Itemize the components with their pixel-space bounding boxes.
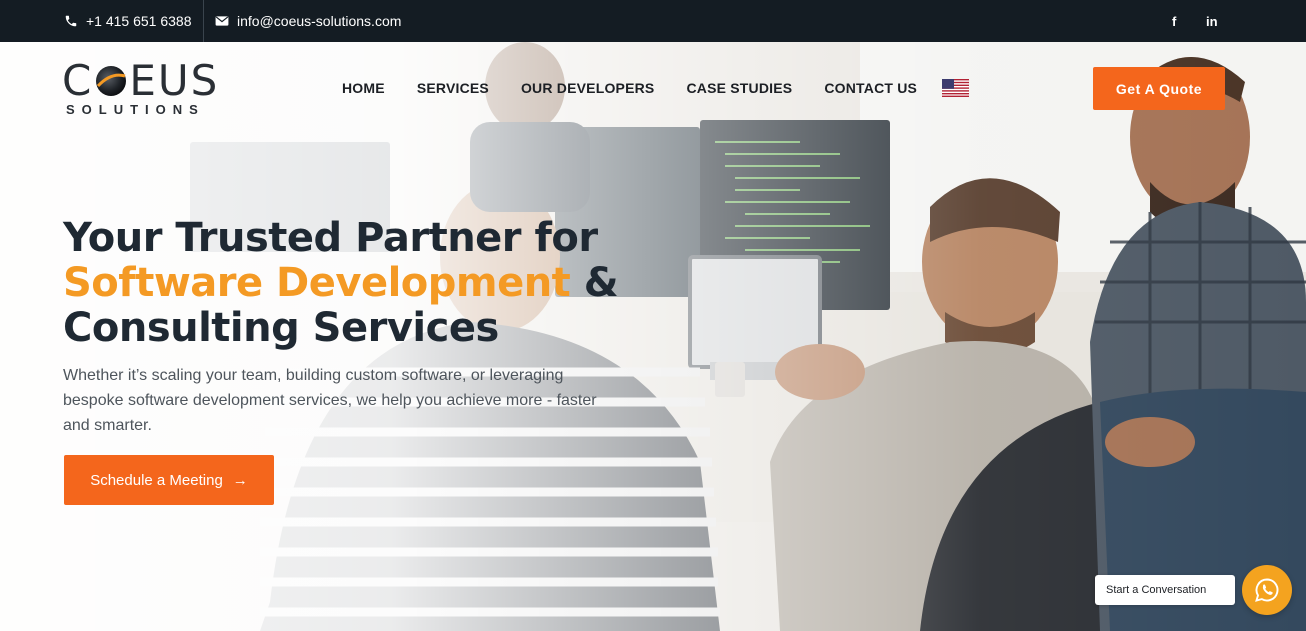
divider bbox=[203, 0, 204, 42]
main-nav: HOME SERVICES OUR DEVELOPERS CASE STUDIE… bbox=[342, 78, 949, 98]
whatsapp-icon[interactable] bbox=[1242, 565, 1292, 615]
top-bar: +1 415 651 6388 info@coeus-solutions.com… bbox=[0, 0, 1306, 42]
nav-services[interactable]: SERVICES bbox=[417, 80, 489, 96]
nav-home[interactable]: HOME bbox=[342, 80, 385, 96]
linkedin-label: in bbox=[1206, 13, 1218, 29]
arrow-right-icon: → bbox=[232, 471, 248, 489]
phone-number: +1 415 651 6388 bbox=[86, 13, 192, 29]
logo-letter-c: C bbox=[62, 56, 94, 105]
get-a-quote-button[interactable]: Get A Quote bbox=[1093, 67, 1225, 110]
facebook-label: f bbox=[1172, 13, 1177, 29]
hero-headline: Your Trusted Partner for Software Develo… bbox=[63, 216, 703, 351]
headline-line-1: Your Trusted Partner for bbox=[63, 215, 598, 261]
email-link[interactable]: info@coeus-solutions.com bbox=[215, 0, 401, 42]
company-logo[interactable]: C EUS SOLUTIONS bbox=[62, 60, 238, 120]
whatsapp-glyph bbox=[1255, 578, 1279, 602]
phone-icon bbox=[64, 14, 78, 28]
headline-highlight: Software Development bbox=[63, 260, 571, 306]
cta-label: Schedule a Meeting bbox=[90, 471, 223, 489]
headline-ampersand: & bbox=[570, 260, 619, 306]
chat-prompt[interactable]: Start a Conversation bbox=[1095, 575, 1235, 605]
headline-line-3: Consulting Services bbox=[63, 305, 499, 351]
nav-case-studies[interactable]: CASE STUDIES bbox=[686, 80, 792, 96]
schedule-meeting-button[interactable]: Schedule a Meeting → bbox=[64, 455, 274, 505]
logo-wordmark: C EUS bbox=[62, 60, 238, 102]
logo-letters-eus: EUS bbox=[129, 56, 220, 105]
nav-our-developers[interactable]: OUR DEVELOPERS bbox=[521, 80, 655, 96]
facebook-icon[interactable]: f bbox=[1172, 0, 1176, 42]
headline-line-2: Software Development & bbox=[63, 261, 703, 306]
phone-link[interactable]: +1 415 651 6388 bbox=[64, 0, 192, 42]
email-address: info@coeus-solutions.com bbox=[237, 13, 402, 29]
envelope-icon bbox=[215, 14, 229, 28]
hero-subtext: Whether it’s scaling your team, building… bbox=[63, 367, 597, 434]
linkedin-icon[interactable]: in bbox=[1206, 0, 1218, 42]
nav-contact-us[interactable]: CONTACT US bbox=[824, 80, 917, 96]
logo-orb-icon bbox=[96, 66, 127, 96]
us-flag-icon[interactable] bbox=[942, 79, 969, 97]
